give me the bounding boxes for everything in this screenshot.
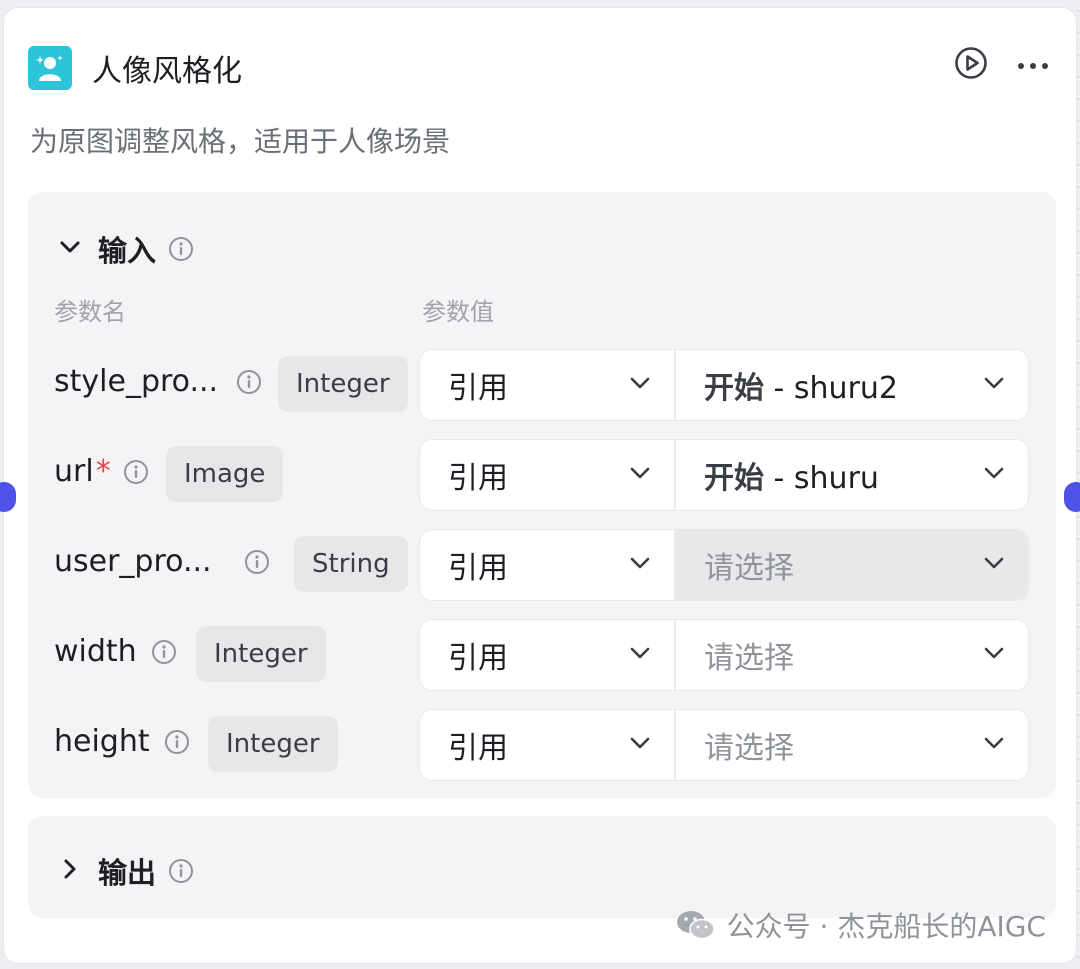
param-type-tag: Integer	[196, 626, 326, 682]
reference-node: 开始	[704, 371, 764, 406]
reference-value: 请选择	[704, 723, 794, 767]
reference-value: 请选择	[704, 543, 794, 587]
inputs-panel: 输入 参数名 参数值 style_pro... Integer 引用 开始 - …	[28, 192, 1056, 798]
more-horizontal-icon[interactable]	[1016, 56, 1050, 75]
reference-variable: shuru2	[793, 371, 898, 406]
node-title: 人像风格化	[92, 54, 242, 89]
chevron-down-icon	[982, 461, 1006, 489]
reference-select[interactable]: 请选择	[676, 620, 1028, 690]
value-mode-select[interactable]: 引用	[420, 440, 676, 510]
chevron-down-icon	[628, 461, 652, 489]
param-row: style_pro... Integer 引用 开始 - shuru2	[28, 350, 1056, 420]
chevron-right-icon[interactable]	[58, 857, 82, 885]
portrait-sparkle-icon	[28, 46, 72, 90]
reference-value: 开始 - shuru	[704, 453, 879, 497]
info-icon[interactable]	[244, 549, 270, 575]
param-value-selector: 引用 请选择	[420, 620, 1028, 690]
param-type-tag: Integer	[208, 716, 338, 772]
param-value-selector: 引用 请选择	[420, 530, 1028, 600]
param-row: height Integer 引用 请选择	[28, 710, 1056, 780]
outputs-title: 输出	[98, 856, 157, 890]
reference-separator: -	[764, 461, 794, 496]
play-circle-icon[interactable]	[954, 46, 988, 84]
info-icon[interactable]	[151, 639, 177, 665]
chevron-down-icon	[982, 731, 1006, 759]
param-name-text: style_pro...	[54, 364, 219, 399]
watermark: 公众号 · 杰克船长的AIGC	[675, 905, 1046, 945]
chevron-down-icon	[982, 551, 1006, 579]
chevron-down-icon	[628, 371, 652, 399]
param-type-tag: String	[294, 536, 408, 592]
info-icon[interactable]	[168, 858, 194, 884]
node-card[interactable]: 人像风格化 为原图调整风格，适用于人像场景 输入 参数名 参数值 style_p…	[0, 8, 1080, 963]
wechat-icon	[675, 908, 717, 942]
chevron-down-icon	[628, 731, 652, 759]
required-mark: *	[95, 454, 111, 489]
param-type-tag: Integer	[278, 356, 408, 412]
param-name: user_pro...	[54, 544, 270, 579]
outputs-header[interactable]: 输出	[58, 850, 194, 892]
reference-select[interactable]: 请选择	[676, 530, 1028, 600]
watermark-text: 公众号 · 杰克船长的AIGC	[726, 910, 1046, 943]
value-mode-label: 引用	[448, 551, 508, 586]
param-name-text: width	[54, 634, 137, 669]
info-icon[interactable]	[236, 369, 262, 395]
param-name: style_pro...	[54, 364, 262, 399]
node-description: 为原图调整风格，适用于人像场景	[30, 125, 451, 158]
info-icon[interactable]	[123, 459, 149, 485]
info-icon[interactable]	[168, 236, 194, 262]
param-value-selector: 引用 开始 - shuru2	[420, 350, 1028, 420]
reference-separator: -	[764, 371, 794, 406]
param-name-text: height	[54, 724, 150, 759]
output-port[interactable]	[1064, 482, 1080, 512]
info-icon[interactable]	[164, 729, 190, 755]
reference-select[interactable]: 开始 - shuru2	[676, 350, 1028, 420]
value-mode-select[interactable]: 引用	[420, 350, 676, 420]
column-header-value: 参数值	[422, 298, 494, 326]
param-type-tag: Image	[166, 446, 284, 502]
node-header: 人像风格化	[28, 42, 242, 94]
param-row: url * Image 引用 开始 - shuru	[28, 440, 1056, 510]
param-row: user_pro... String 引用 请选择	[28, 530, 1056, 600]
reference-placeholder: 请选择	[704, 641, 794, 676]
value-mode-label: 引用	[448, 371, 508, 406]
chevron-down-icon	[982, 371, 1006, 399]
value-mode-select[interactable]: 引用	[420, 620, 676, 690]
value-mode-select[interactable]: 引用	[420, 710, 676, 780]
param-value-selector: 引用 开始 - shuru	[420, 440, 1028, 510]
inputs-title: 输入	[98, 234, 157, 268]
param-name-text: url	[54, 454, 94, 489]
reference-placeholder: 请选择	[704, 551, 794, 586]
outputs-panel: 输出	[28, 816, 1056, 918]
reference-variable: shuru	[793, 461, 879, 496]
param-row: width Integer 引用 请选择	[28, 620, 1056, 690]
input-port[interactable]	[0, 482, 16, 512]
param-name-text: user_pro...	[54, 544, 212, 579]
reference-placeholder: 请选择	[704, 731, 794, 766]
chevron-down-icon	[628, 641, 652, 669]
chevron-down-icon[interactable]	[58, 235, 82, 263]
value-mode-label: 引用	[448, 461, 508, 496]
chevron-down-icon	[982, 641, 1006, 669]
value-mode-label: 引用	[448, 641, 508, 676]
reference-node: 开始	[704, 461, 764, 496]
column-header-name: 参数名	[54, 298, 126, 326]
chevron-down-icon	[628, 551, 652, 579]
value-mode-label: 引用	[448, 731, 508, 766]
param-name: width	[54, 634, 177, 669]
reference-select[interactable]: 开始 - shuru	[676, 440, 1028, 510]
param-name: height	[54, 724, 190, 759]
reference-value: 开始 - shuru2	[704, 363, 898, 407]
param-name: url *	[54, 454, 149, 489]
inputs-header[interactable]: 输入	[58, 228, 194, 270]
param-value-selector: 引用 请选择	[420, 710, 1028, 780]
value-mode-select[interactable]: 引用	[420, 530, 676, 600]
reference-select[interactable]: 请选择	[676, 710, 1028, 780]
reference-value: 请选择	[704, 633, 794, 677]
